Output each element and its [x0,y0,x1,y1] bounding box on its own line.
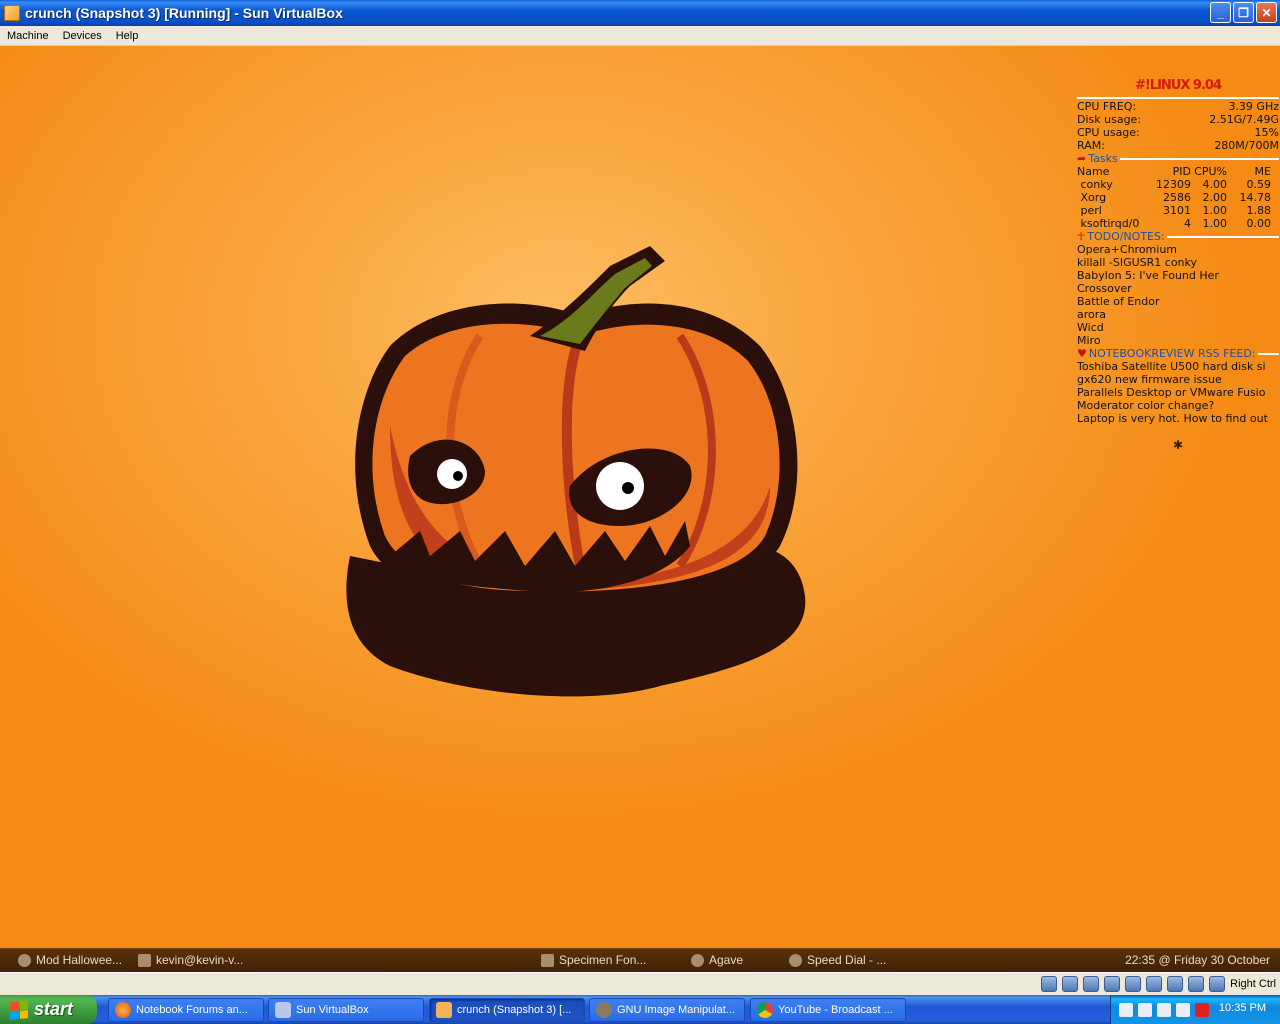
menu-bar: Machine Devices Help [0,26,1280,46]
usb-icon[interactable] [1125,976,1142,992]
keyboard-capture-icon [1209,976,1226,992]
mouse-integration-icon [1188,976,1205,992]
menu-help[interactable]: Help [109,30,146,42]
list-item: Crossover [1077,282,1132,295]
taskbar-button-gimp[interactable]: GNU Image Manipulat... [589,998,745,1022]
cd-icon[interactable] [1062,976,1079,992]
chevron-left-icon[interactable] [1157,1002,1171,1017]
conky-system-monitor: #!LINUX 9.04 CPU FREQ: 3.39 GHz Disk usag… [1077,76,1279,452]
terminal-icon [138,953,151,967]
guest-clock: 22:35 @ Friday 30 October [1125,953,1270,967]
gimp-icon [18,953,31,967]
antivirus-icon[interactable] [1195,1002,1209,1017]
ankh-icon: ☥ [1077,230,1086,243]
start-button[interactable]: start [0,995,97,1024]
guest-task-button[interactable]: kevin@kevin-v... [138,953,243,967]
agave-icon [691,953,704,967]
list-item: Miro [1077,334,1101,347]
stat-row: RAM: 280M/700M [1077,139,1279,152]
windows-flag-icon [10,999,28,1020]
vm-status-bar: Right Ctrl [0,972,1280,995]
list-item: Babylon 5: I've Found Her [1077,269,1219,282]
taskbar-button-virtualbox[interactable]: Sun VirtualBox [268,998,424,1022]
taskbar-button-firefox[interactable]: Notebook Forums an... [108,998,264,1022]
list-item: gx620 new firmware issue [1077,373,1222,386]
stat-row: CPU usage: 15% [1077,126,1279,139]
list-item: Laptop is very hot. How to find out [1077,412,1268,425]
window-title-bar[interactable]: crunch (Snapshot 3) [Running] - Sun Virt… [0,0,1280,26]
window-title: crunch (Snapshot 3) [Running] - Sun Virt… [25,5,343,21]
virtualbox-vm-icon [4,5,20,21]
font-icon [541,953,554,967]
list-item: arora [1077,308,1107,321]
bluetooth-icon[interactable] [1176,1002,1190,1017]
virtualbox-icon [275,1002,291,1018]
windows-taskbar: start Notebook Forums an... Sun VirtualB… [0,995,1280,1024]
rss-list: Toshiba Satellite U500 hard disk si gx62… [1077,360,1279,425]
stat-row: CPU FREQ: 3.39 GHz [1077,100,1279,113]
list-item: Opera+Chromium [1077,243,1178,256]
guest-desktop[interactable]: #!LINUX 9.04 CPU FREQ: 3.39 GHz Disk usag… [0,46,1280,948]
divider [1077,97,1279,99]
guest-task-button[interactable]: Speed Dial - ... [789,953,886,967]
firefox-icon [115,1002,131,1018]
network-tray-icon[interactable] [1138,1002,1152,1017]
list-item: Battle of Endor [1077,295,1160,308]
taskbar-button-chrome[interactable]: YouTube - Broadcast ... [750,998,906,1022]
guest-taskbar: Mod Hallowee... kevin@kevin-v... Specime… [0,948,1280,972]
taskbar-clock[interactable]: 10:35 PM [1219,1002,1266,1014]
conky-distro-logo: #!LINUX 9.04 [1134,78,1222,93]
floppy-icon[interactable] [1083,976,1100,992]
menu-machine[interactable]: Machine [0,30,56,42]
heart-icon: ♥ [1077,347,1087,360]
stat-row: Disk usage: 2.51G/7.49G [1077,113,1279,126]
system-tray: 10:35 PM [1110,995,1280,1024]
help-icon[interactable] [1119,1002,1133,1017]
todo-section-header: ☥ TODO/NOTES: [1077,230,1279,243]
menu-devices[interactable]: Devices [56,30,109,42]
rss-section-header: ♥ NOTEBOOKREVIEW RSS FEED: [1077,347,1279,360]
taskbar-button-crunch-vm[interactable]: crunch (Snapshot 3) [... [429,998,585,1022]
minimize-button[interactable]: _ [1210,2,1231,23]
guest-task-button[interactable]: Agave [691,953,743,967]
close-button[interactable]: ✕ [1256,2,1277,23]
list-item: Parallels Desktop or VMware Fusio [1077,386,1266,399]
list-item: killall -SIGUSR1 conky [1077,256,1198,269]
guest-task-button[interactable]: Mod Hallowee... [18,953,122,967]
guest-task-button[interactable]: Specimen Fon... [541,953,646,967]
pumpkin-wallpaper-image [346,246,806,697]
arrow-icon: ➦ [1077,152,1087,165]
todo-list: Opera+Chromium killall -SIGUSR1 conky Ba… [1077,243,1279,347]
tasks-section-header: ➦ Tasks [1077,152,1279,165]
tasks-table: Name PID CPU% ME conky 12309 4.00 0.59 Xorg 258… [1077,165,1271,230]
spider-icon: ✱ [1172,438,1184,452]
network-icon[interactable] [1104,976,1121,992]
hard-disk-icon[interactable] [1041,976,1058,992]
vm-window-icon [436,1002,452,1018]
list-item: Moderator color change? [1077,399,1215,412]
chrome-icon [757,1002,773,1018]
shared-folders-icon[interactable] [1146,976,1163,992]
maximize-button[interactable]: ❐ [1233,2,1254,23]
opera-icon [789,953,802,967]
virtualization-icon [1167,976,1184,992]
host-key-label: Right Ctrl [1230,978,1276,990]
gimp-icon [596,1002,612,1018]
list-item: Wicd [1077,321,1104,334]
list-item: Toshiba Satellite U500 hard disk si [1077,360,1266,373]
